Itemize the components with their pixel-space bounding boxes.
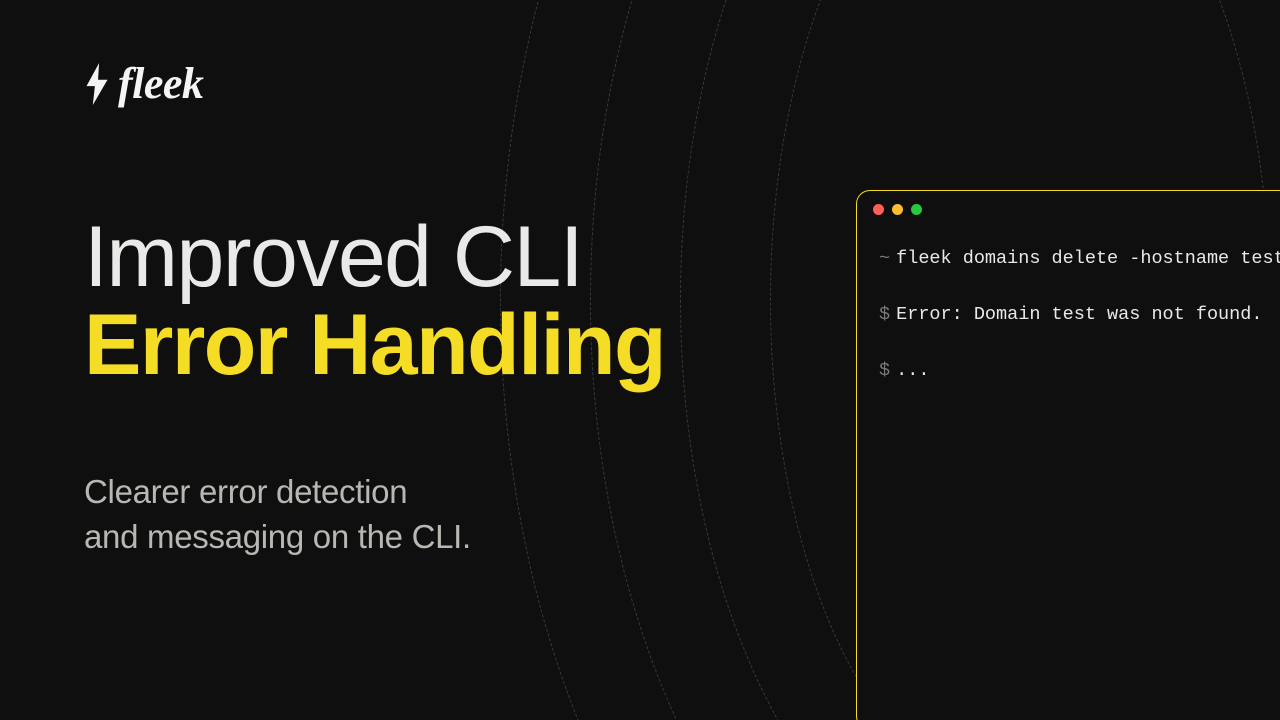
terminal-body: ~fleek domains delete -hostname test $Er… — [857, 227, 1280, 430]
terminal-line: $... — [879, 357, 1273, 385]
prompt-symbol: ~ — [879, 248, 890, 269]
subheadline-line-2: and messaging on the CLI. — [84, 515, 471, 560]
prompt-symbol: $ — [879, 360, 890, 381]
headline-line-2: Error Handling — [84, 302, 665, 390]
terminal-window: ~fleek domains delete -hostname test $Er… — [856, 190, 1280, 720]
headline: Improved CLI Error Handling — [84, 214, 665, 389]
prompt-symbol: $ — [879, 304, 890, 325]
minimize-icon[interactable] — [892, 204, 903, 215]
terminal-text: ... — [896, 360, 929, 381]
headline-line-1: Improved CLI — [84, 214, 665, 302]
brand-logo: fleek — [84, 58, 203, 109]
subheadline-line-1: Clearer error detection — [84, 470, 471, 515]
terminal-line: $ Error: Domain test was not found. — [879, 301, 1273, 329]
bolt-icon — [84, 63, 110, 105]
terminal-line: ~fleek domains delete -hostname test — [879, 245, 1273, 273]
close-icon[interactable] — [873, 204, 884, 215]
terminal-text: fleek domains delete -hostname test — [896, 248, 1280, 269]
subheadline: Clearer error detection and messaging on… — [84, 470, 471, 559]
brand-name: fleek — [118, 58, 203, 109]
terminal-text: Error: Domain test was not found. — [896, 304, 1262, 325]
terminal-titlebar — [857, 191, 1280, 227]
maximize-icon[interactable] — [911, 204, 922, 215]
